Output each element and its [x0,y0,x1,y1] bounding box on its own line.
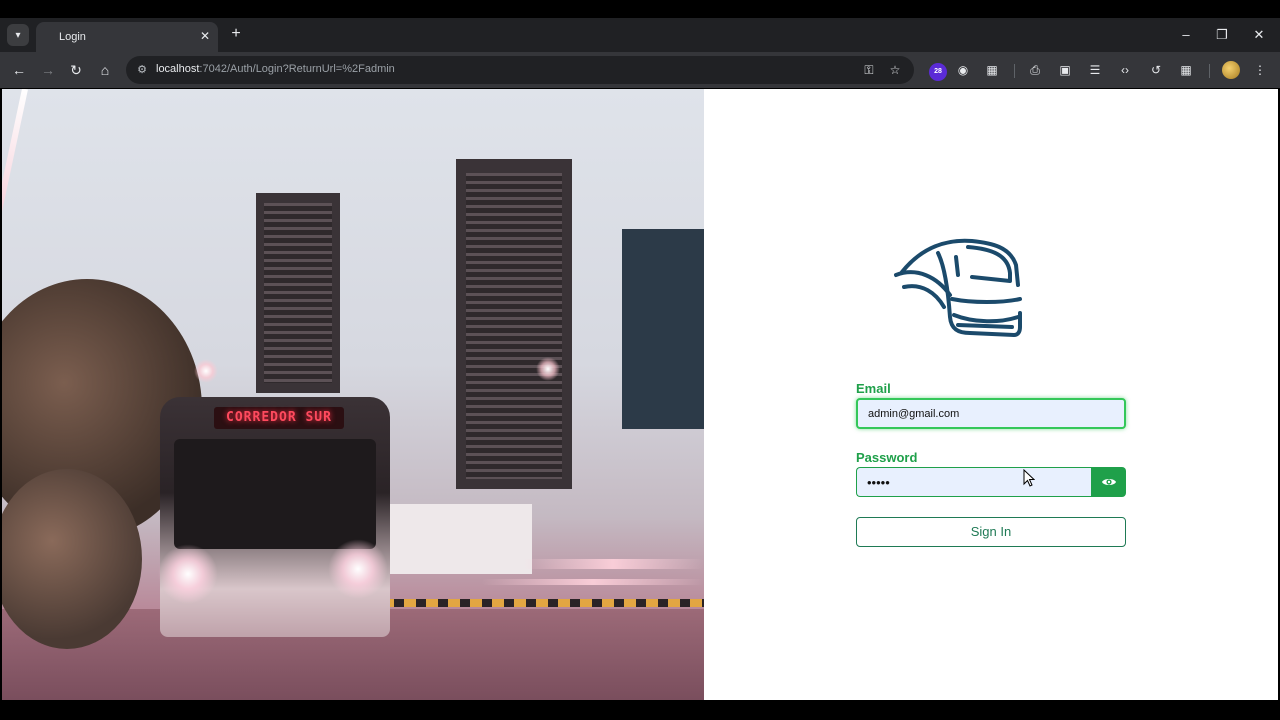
menu-icon[interactable]: ⋮ [1251,61,1269,79]
code-icon[interactable]: ‹› [1116,61,1134,79]
hero-photo: CORREDOR SUR [2,89,704,700]
extension-badge[interactable]: 28 [929,63,947,81]
sign-in-button[interactable]: Sign In [856,517,1126,547]
email-field[interactable] [856,398,1126,429]
printer-icon[interactable]: ⎙ [1026,61,1044,79]
bus-headlight [328,539,388,599]
skyscraper-windows [466,173,562,479]
window-close-icon[interactable]: ✕ [1250,26,1268,44]
screenshot-icon[interactable]: ▣ [1056,61,1074,79]
password-field[interactable] [856,467,1091,497]
url-text[interactable]: localhost:7042/Auth/Login?ReturnUrl=%2Fa… [156,63,395,75]
light-trail [522,559,704,569]
password-key-icon[interactable]: ⚿ [861,62,877,78]
bus-destination-sign: CORREDOR SUR [214,407,344,429]
screen: ▾ Login ✕ + – ❐ ✕ ← → ↻ ⌂ ⚙ localhost:70… [0,0,1280,720]
mouse-cursor-icon [1023,469,1035,487]
address-bar[interactable]: ⚙ localhost:7042/Auth/Login?ReturnUrl=%2… [126,56,914,84]
bus-headlight [158,544,218,604]
toolbar-separator [1014,64,1015,78]
home-icon[interactable]: ⌂ [95,60,115,80]
bottom-bar [0,700,1280,720]
light-trail [482,579,704,585]
site-info-icon[interactable]: ⚙ [134,62,150,78]
page-viewport: CORREDOR SUR Email admin@gmail.com Passw… [2,89,1278,700]
history-icon[interactable]: ↺ [1147,61,1165,79]
password-label: Password [856,450,918,465]
shop-neon-sign [636,389,704,419]
tab-strip: ▾ Login ✕ + – ❐ ✕ [0,18,1280,52]
translate-icon[interactable]: ☰ [1086,61,1104,79]
eye-icon [1101,479,1116,485]
tab-search-icon[interactable]: ▾ [7,24,29,46]
browser-tab[interactable]: Login ✕ [36,22,218,52]
back-icon[interactable]: ← [9,60,29,80]
browser-toolbar: ← → ↻ ⌂ ⚙ localhost:7042/Auth/Login?Retu… [0,52,1280,88]
street-light [536,357,560,381]
toolbar-separator [1209,64,1210,78]
profile-avatar[interactable] [1222,61,1240,79]
plus-icon[interactable]: + [226,24,246,44]
grid-icon[interactable]: ▦ [1177,61,1195,79]
bus-windshield [174,439,376,549]
toggle-password-button[interactable] [1091,467,1126,497]
street-light [194,359,218,383]
camera-icon[interactable]: ◉ [954,61,972,79]
url-path: :7042/Auth/Login?ReturnUrl=%2Fadmin [199,63,395,75]
extensions-icon[interactable]: ▦ [983,61,1001,79]
tab-title: Login [59,31,86,43]
restore-icon[interactable]: ❐ [1213,26,1231,44]
login-panel: Email Password Sign In [704,89,1278,700]
low-building [382,504,532,574]
road-barrier [382,599,704,607]
close-icon[interactable]: ✕ [198,29,212,43]
email-label: Email [856,381,891,396]
light-pole [2,89,28,286]
minimize-icon[interactable]: – [1177,26,1195,44]
bus-logo-icon [894,238,1022,337]
star-icon[interactable]: ☆ [887,62,903,78]
skyscraper-windows [264,203,332,383]
skyscraper-center [456,159,572,489]
skyscraper-left [256,193,340,393]
forward-icon[interactable]: → [38,60,58,80]
url-host: localhost [156,63,200,75]
reload-icon[interactable]: ↻ [66,60,86,80]
